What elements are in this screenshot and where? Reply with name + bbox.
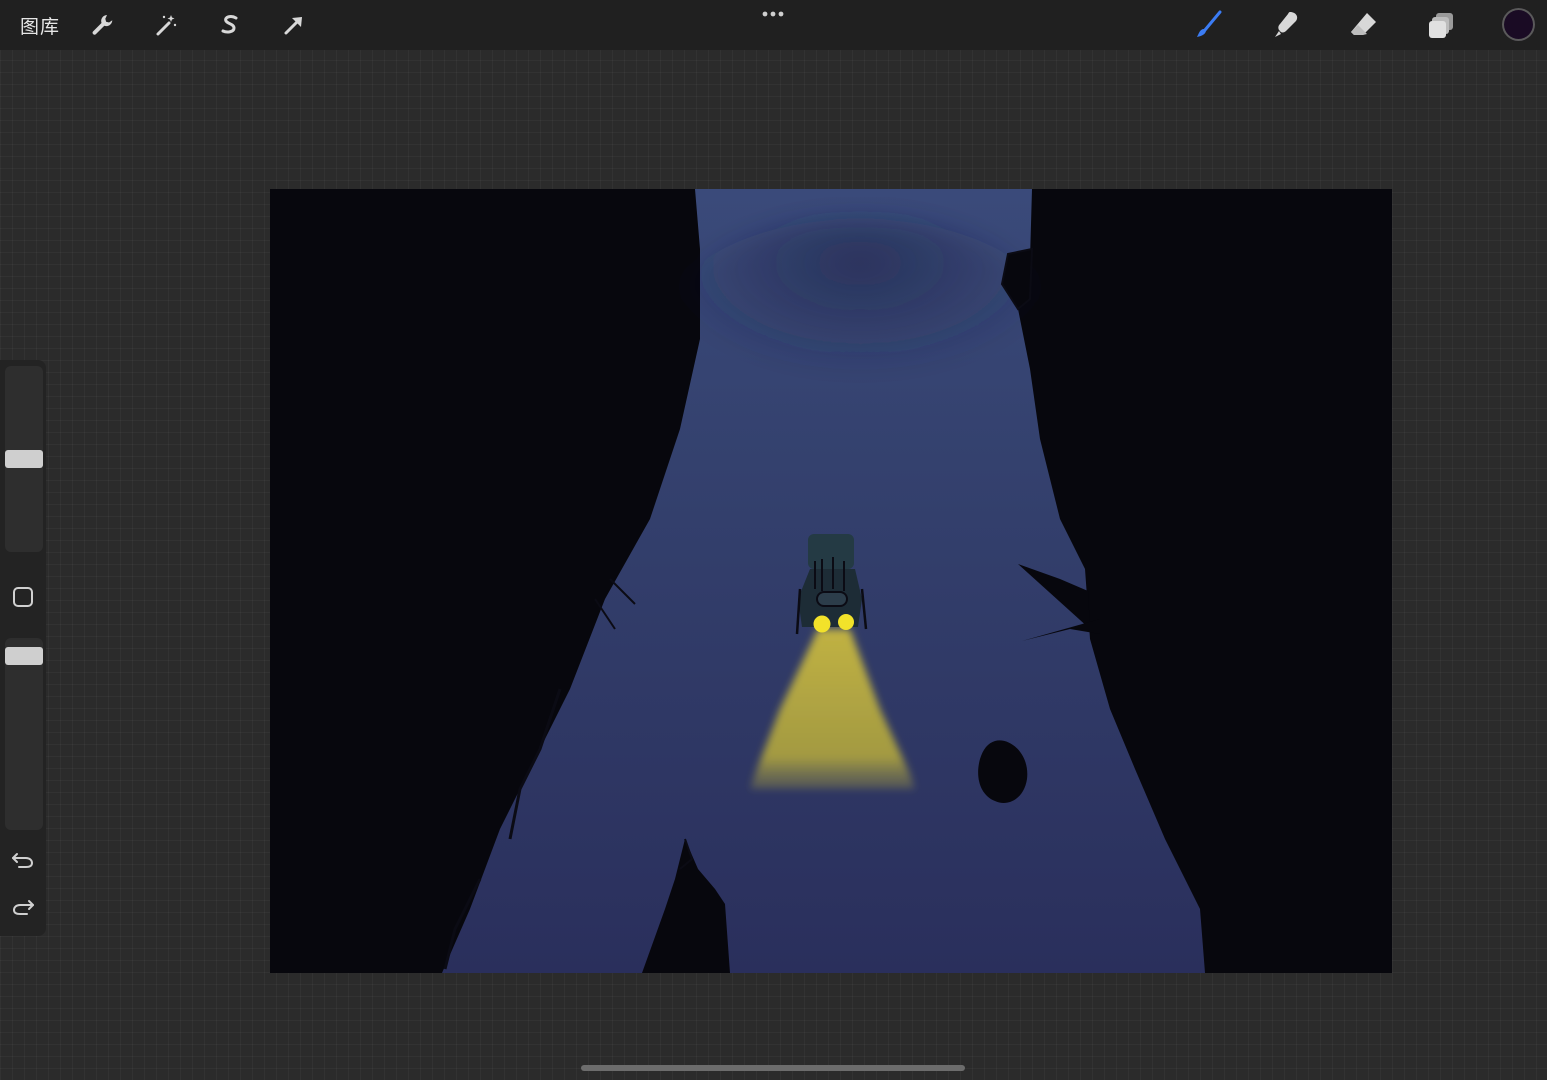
headlight-right (838, 614, 854, 630)
modify-button[interactable] (13, 587, 33, 607)
brush-opacity-thumb[interactable] (5, 647, 43, 666)
brush-size-thumb[interactable] (5, 450, 43, 468)
smudge-icon[interactable] (1268, 7, 1304, 43)
magic-wand-icon[interactable] (148, 7, 184, 43)
drawing-canvas[interactable] (270, 189, 1392, 973)
canvas-artwork (442, 189, 1205, 973)
eraser-icon[interactable] (1346, 7, 1382, 43)
ellipsis-icon[interactable] (757, 4, 789, 24)
selection-s-icon[interactable] (212, 7, 248, 43)
undo-icon[interactable] (10, 847, 36, 873)
layers-icon[interactable] (1424, 7, 1460, 43)
color-picker-swatch[interactable] (1502, 8, 1535, 41)
brush-icon[interactable] (1190, 7, 1226, 43)
procreate-app: 图库 (0, 0, 1547, 1080)
top-toolbar: 图库 (0, 0, 1547, 50)
brush-opacity-slider[interactable] (5, 638, 43, 830)
home-indicator[interactable] (581, 1065, 965, 1071)
headlight-left (813, 615, 831, 633)
redo-icon[interactable] (10, 894, 36, 920)
gallery-button[interactable]: 图库 (20, 12, 60, 39)
wrench-icon[interactable] (84, 7, 120, 43)
left-sidebar (0, 360, 46, 936)
arrow-cursor-icon[interactable] (276, 7, 312, 43)
